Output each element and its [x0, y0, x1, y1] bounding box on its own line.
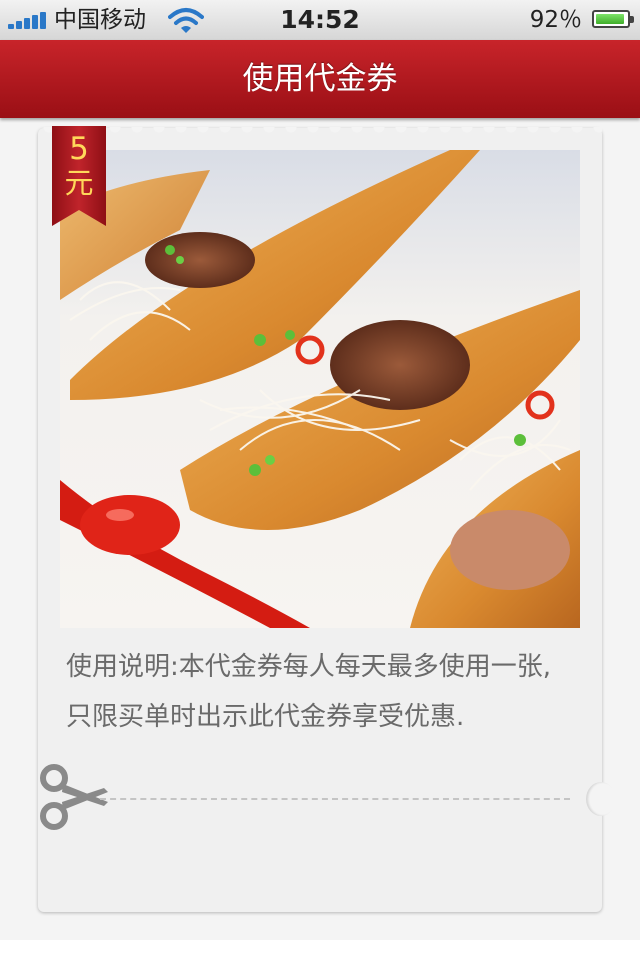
- badge-currency-unit: 元: [64, 166, 94, 200]
- battery-percent: 92％: [529, 7, 582, 33]
- coupon-usage-description: 使用说明:本代金券每人每天最多使用一张,只限买单时出示此代金券享受优惠.: [66, 652, 552, 732]
- badge-amount: 5: [69, 131, 89, 167]
- perforated-edge: [38, 127, 602, 139]
- status-bar: 中国移动 14:52 92％: [0, 0, 640, 41]
- cut-line: [100, 798, 570, 800]
- coupon-value-badge: 5 元: [52, 126, 106, 226]
- coupon-card[interactable]: 5 元 使用说明:本代金券每人每天最多使用一张,只限买单时出示此代金券享受优惠.: [38, 126, 616, 912]
- nav-bar: 使用代金券: [0, 40, 640, 118]
- battery-fill: [596, 14, 624, 24]
- scissors-icon: [40, 764, 108, 830]
- page-title: 使用代金券: [242, 61, 398, 97]
- food-photo: [60, 150, 580, 628]
- bottom-strip: [0, 940, 640, 960]
- battery-icon: [592, 10, 634, 28]
- coupon-notch: [586, 782, 616, 816]
- coupon-food-image: [60, 150, 580, 628]
